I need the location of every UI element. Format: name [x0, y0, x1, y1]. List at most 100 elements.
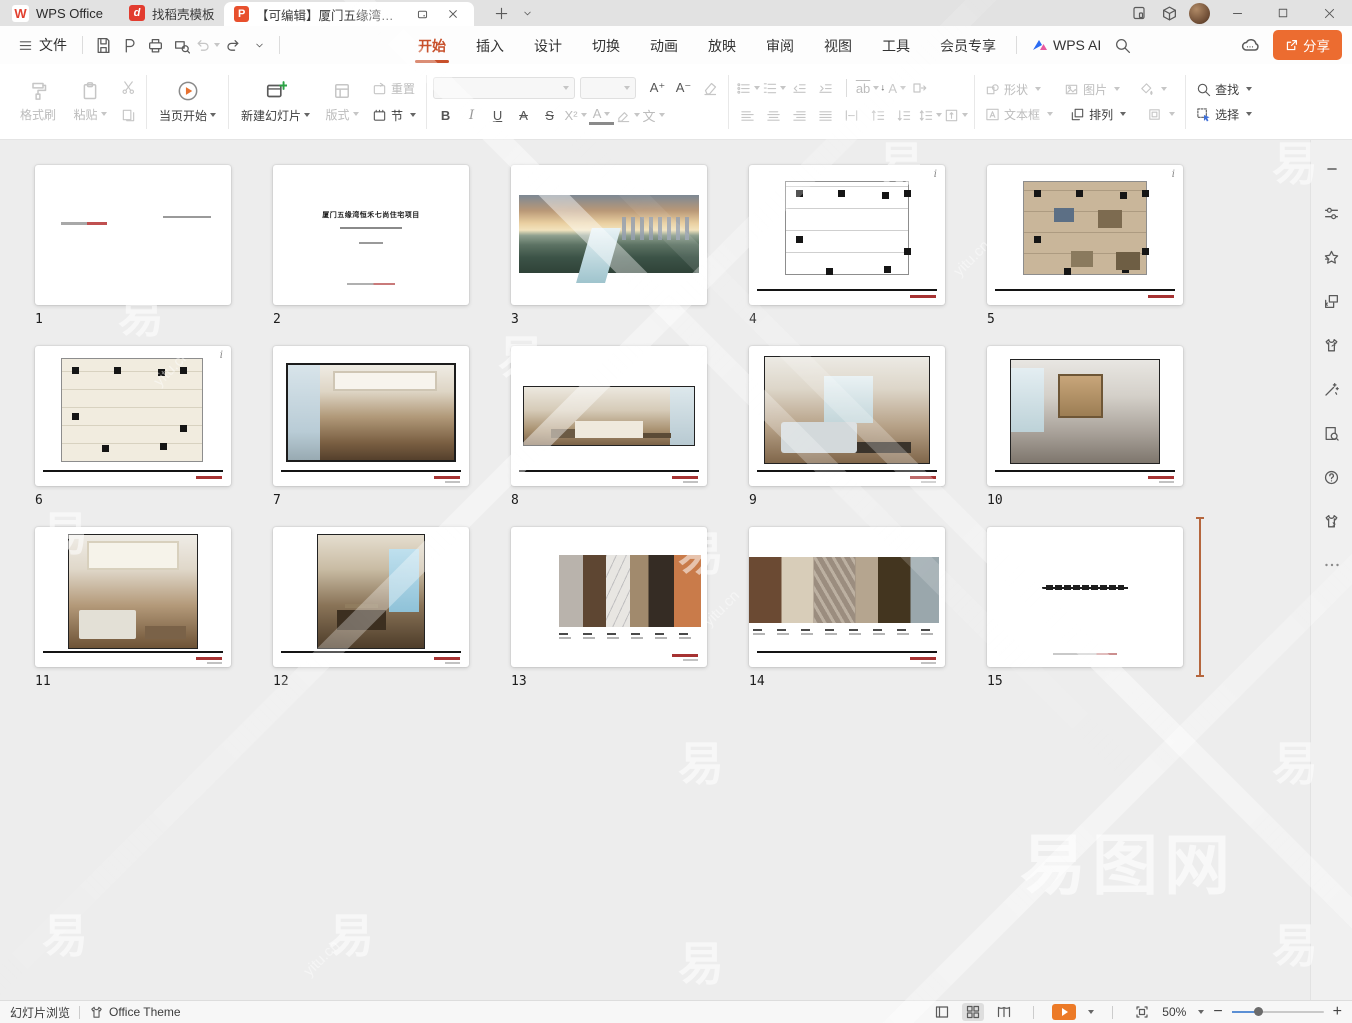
zoom-chevron[interactable] [1198, 1010, 1204, 1014]
zoom-slider[interactable] [1232, 1011, 1324, 1013]
slide-cell-13[interactable]: 13 [511, 527, 707, 691]
tab-insert[interactable]: 插入 [463, 28, 517, 63]
tab-slideshow[interactable]: 放映 [695, 28, 749, 63]
reading-view-icon[interactable] [993, 1003, 1015, 1021]
slide-1-thumbnail[interactable] [35, 165, 231, 305]
slide-cell-10[interactable]: 10 [987, 346, 1183, 510]
new-tab-button[interactable] [488, 0, 514, 26]
picture-icon [1064, 82, 1079, 97]
tab-wps-home[interactable]: W WPS Office [0, 0, 119, 26]
save-icon[interactable] [90, 32, 116, 58]
maximize-button[interactable] [1262, 0, 1304, 26]
slide-sorter-view-icon[interactable] [962, 1003, 984, 1021]
file-menu-button[interactable]: 文件 [10, 35, 75, 55]
workspace-cube-icon[interactable] [1156, 5, 1182, 22]
tab-view[interactable]: 视图 [811, 28, 865, 63]
zoom-in-button[interactable]: + [1333, 1004, 1342, 1020]
slide-cell-5[interactable]: i 5 [987, 165, 1183, 329]
zoom-slider-handle[interactable] [1254, 1007, 1263, 1016]
slide-cell-8[interactable]: 8 [511, 346, 707, 510]
decor-footer-logo [910, 657, 936, 660]
wps-ai-button[interactable]: WPS AI [1024, 37, 1109, 53]
slide-11-thumbnail[interactable] [35, 527, 231, 667]
magic-wand-icon[interactable] [1321, 378, 1343, 400]
cloud-status-icon[interactable] [1237, 32, 1263, 58]
slide-15-thumbnail[interactable] [987, 527, 1183, 667]
tab-member[interactable]: 会员专享 [927, 28, 1009, 63]
section-button[interactable]: 节 [368, 105, 420, 126]
more-tools-icon[interactable] [1321, 554, 1343, 576]
tab-active-document[interactable]: P 【可编辑】厦门五缘湾恒禾七 [224, 2, 474, 26]
highlight-color-icon [615, 104, 640, 127]
tab-home[interactable]: 开始 [405, 28, 459, 63]
slide-5-thumbnail[interactable]: i [987, 165, 1183, 305]
favorites-star-icon[interactable] [1321, 246, 1343, 268]
select-button[interactable]: 选择 [1192, 104, 1256, 125]
slide-cell-2[interactable]: 厦门五缘湾恒禾七尚住宅项目 2 [273, 165, 469, 329]
slide-4-thumbnail[interactable]: i [749, 165, 945, 305]
slide-sorter-canvas[interactable]: 1 厦门五缘湾恒禾七尚住宅项目 2 3 i 4 [0, 140, 1310, 1000]
export-pdf-icon[interactable] [116, 32, 142, 58]
ppt-file-icon: P [234, 6, 249, 22]
slide-6-thumbnail[interactable]: i [35, 346, 231, 486]
line-spacing-icon [917, 104, 942, 127]
dining-room-photo [286, 363, 456, 462]
slide-10-thumbnail[interactable] [987, 346, 1183, 486]
slide-cell-1[interactable]: 1 [35, 165, 231, 329]
properties-sliders-icon[interactable] [1321, 202, 1343, 224]
tab-docer-templates[interactable]: d 找稻壳模板 [119, 0, 225, 26]
play-options-chevron[interactable] [1088, 1010, 1094, 1014]
fit-to-window-icon[interactable] [1131, 1003, 1153, 1021]
slide-cell-9[interactable]: 9 [749, 346, 945, 510]
collapse-sidebar-icon[interactable] [1321, 158, 1343, 180]
slide-2-thumbnail[interactable]: 厦门五缘湾恒禾七尚住宅项目 [273, 165, 469, 305]
search-icon[interactable] [1109, 32, 1135, 58]
zoom-out-button[interactable]: − [1213, 1004, 1222, 1020]
new-slide-button[interactable]: 新建幻灯片 [235, 76, 316, 128]
slide-2-number: 2 [273, 312, 469, 327]
decor-subtitle-line [359, 242, 383, 244]
tab-animations[interactable]: 动画 [637, 28, 691, 63]
device-sync-icon[interactable] [1126, 5, 1152, 21]
play-from-current-button[interactable]: 当页开始 [153, 76, 222, 128]
print-preview-icon[interactable] [168, 32, 194, 58]
minimize-button[interactable] [1216, 0, 1258, 26]
print-icon[interactable] [142, 32, 168, 58]
slideshow-play-button[interactable] [1052, 1004, 1076, 1020]
slide-14-thumbnail[interactable] [749, 527, 945, 667]
tab-transitions[interactable]: 切换 [579, 28, 633, 63]
beautify-shirt-icon[interactable] [1321, 334, 1343, 356]
tab-design[interactable]: 设计 [521, 28, 575, 63]
switch-window-icon[interactable] [1321, 290, 1343, 312]
tab-tools[interactable]: 工具 [869, 28, 923, 63]
tab-list-chevron[interactable] [514, 0, 540, 26]
slide-cell-11[interactable]: 11 [35, 527, 231, 691]
slide-cell-7[interactable]: 7 [273, 346, 469, 510]
help-icon[interactable] [1321, 466, 1343, 488]
close-window-button[interactable] [1308, 0, 1350, 26]
slide-cell-12[interactable]: 12 [273, 527, 469, 691]
document-search-icon[interactable] [1321, 422, 1343, 444]
close-tab-icon[interactable] [441, 8, 465, 20]
tab-review[interactable]: 审阅 [753, 28, 807, 63]
slide-13-thumbnail[interactable] [511, 527, 707, 667]
redo-icon[interactable] [220, 32, 246, 58]
slide-cell-3[interactable]: 3 [511, 165, 707, 329]
zoom-level-label[interactable]: 50% [1162, 1005, 1186, 1019]
slide-cell-4[interactable]: i 4 [749, 165, 945, 329]
theme-skin-icon[interactable] [1321, 510, 1343, 532]
slide-3-thumbnail[interactable] [511, 165, 707, 305]
slide-12-thumbnail[interactable] [273, 527, 469, 667]
normal-view-icon[interactable] [931, 1003, 953, 1021]
slide-7-thumbnail[interactable] [273, 346, 469, 486]
share-button[interactable]: 分享 [1273, 30, 1342, 60]
slide-9-thumbnail[interactable] [749, 346, 945, 486]
slide-cell-14[interactable]: 14 [749, 527, 945, 691]
slide-cell-15[interactable]: 15 [987, 527, 1183, 691]
find-button[interactable]: 查找 [1192, 79, 1256, 100]
user-avatar[interactable] [1186, 3, 1212, 24]
quick-access-chevron[interactable] [246, 32, 272, 58]
slide-cell-6[interactable]: i 6 [35, 346, 231, 510]
slide-8-thumbnail[interactable] [511, 346, 707, 486]
arrange-button[interactable]: 排列 [1066, 104, 1130, 125]
